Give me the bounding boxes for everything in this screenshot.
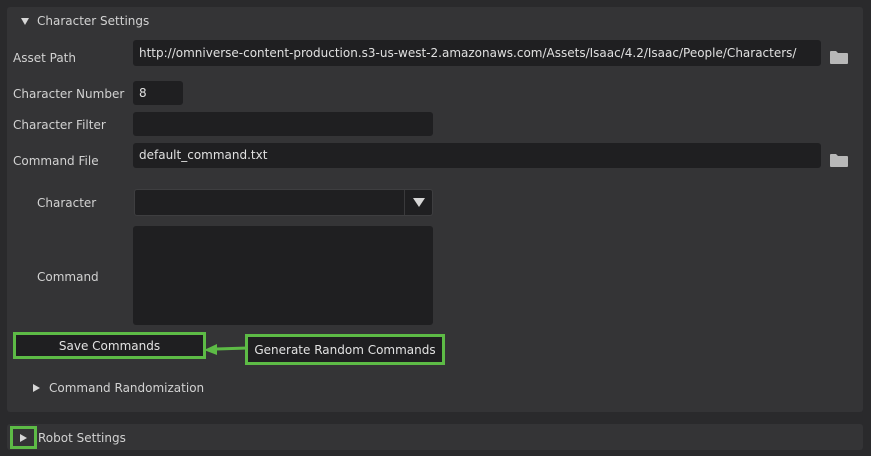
character-settings-title: Character Settings <box>37 14 150 28</box>
folder-icon[interactable] <box>830 51 848 64</box>
character-settings-header[interactable]: Character Settings <box>21 14 149 28</box>
robot-settings-panel <box>7 424 863 450</box>
chevron-down-icon <box>412 198 425 207</box>
asset-path-label: Asset Path <box>13 51 76 65</box>
robot-settings-expand-button[interactable] <box>10 426 37 449</box>
command-file-label: Command File <box>13 154 99 168</box>
triangle-down-icon[interactable] <box>21 17 29 25</box>
command-label: Command <box>37 270 99 284</box>
character-label: Character <box>37 196 97 210</box>
command-file-input[interactable]: default_command.txt <box>133 143 821 168</box>
save-commands-button[interactable]: Save Commands <box>13 332 206 359</box>
folder-icon[interactable] <box>830 154 848 167</box>
arrow-left-icon <box>204 344 248 355</box>
triangle-right-icon <box>20 433 27 442</box>
asset-path-input[interactable]: http://omniverse-content-production.s3-u… <box>133 40 821 66</box>
robot-settings-title[interactable]: Robot Settings <box>38 431 126 445</box>
character-number-input[interactable]: 8 <box>133 81 183 105</box>
triangle-right-icon[interactable] <box>33 384 40 392</box>
character-dropdown[interactable] <box>134 189 433 216</box>
character-number-label: Character Number <box>13 87 125 101</box>
command-randomization-title: Command Randomization <box>49 381 205 395</box>
command-randomization-header[interactable]: Command Randomization <box>33 381 204 395</box>
dropdown-button[interactable] <box>404 190 432 215</box>
character-filter-label: Character Filter <box>13 118 106 132</box>
character-filter-input[interactable] <box>133 112 433 136</box>
command-textarea[interactable] <box>133 226 433 325</box>
generate-random-commands-button[interactable]: Generate Random Commands <box>245 334 445 365</box>
